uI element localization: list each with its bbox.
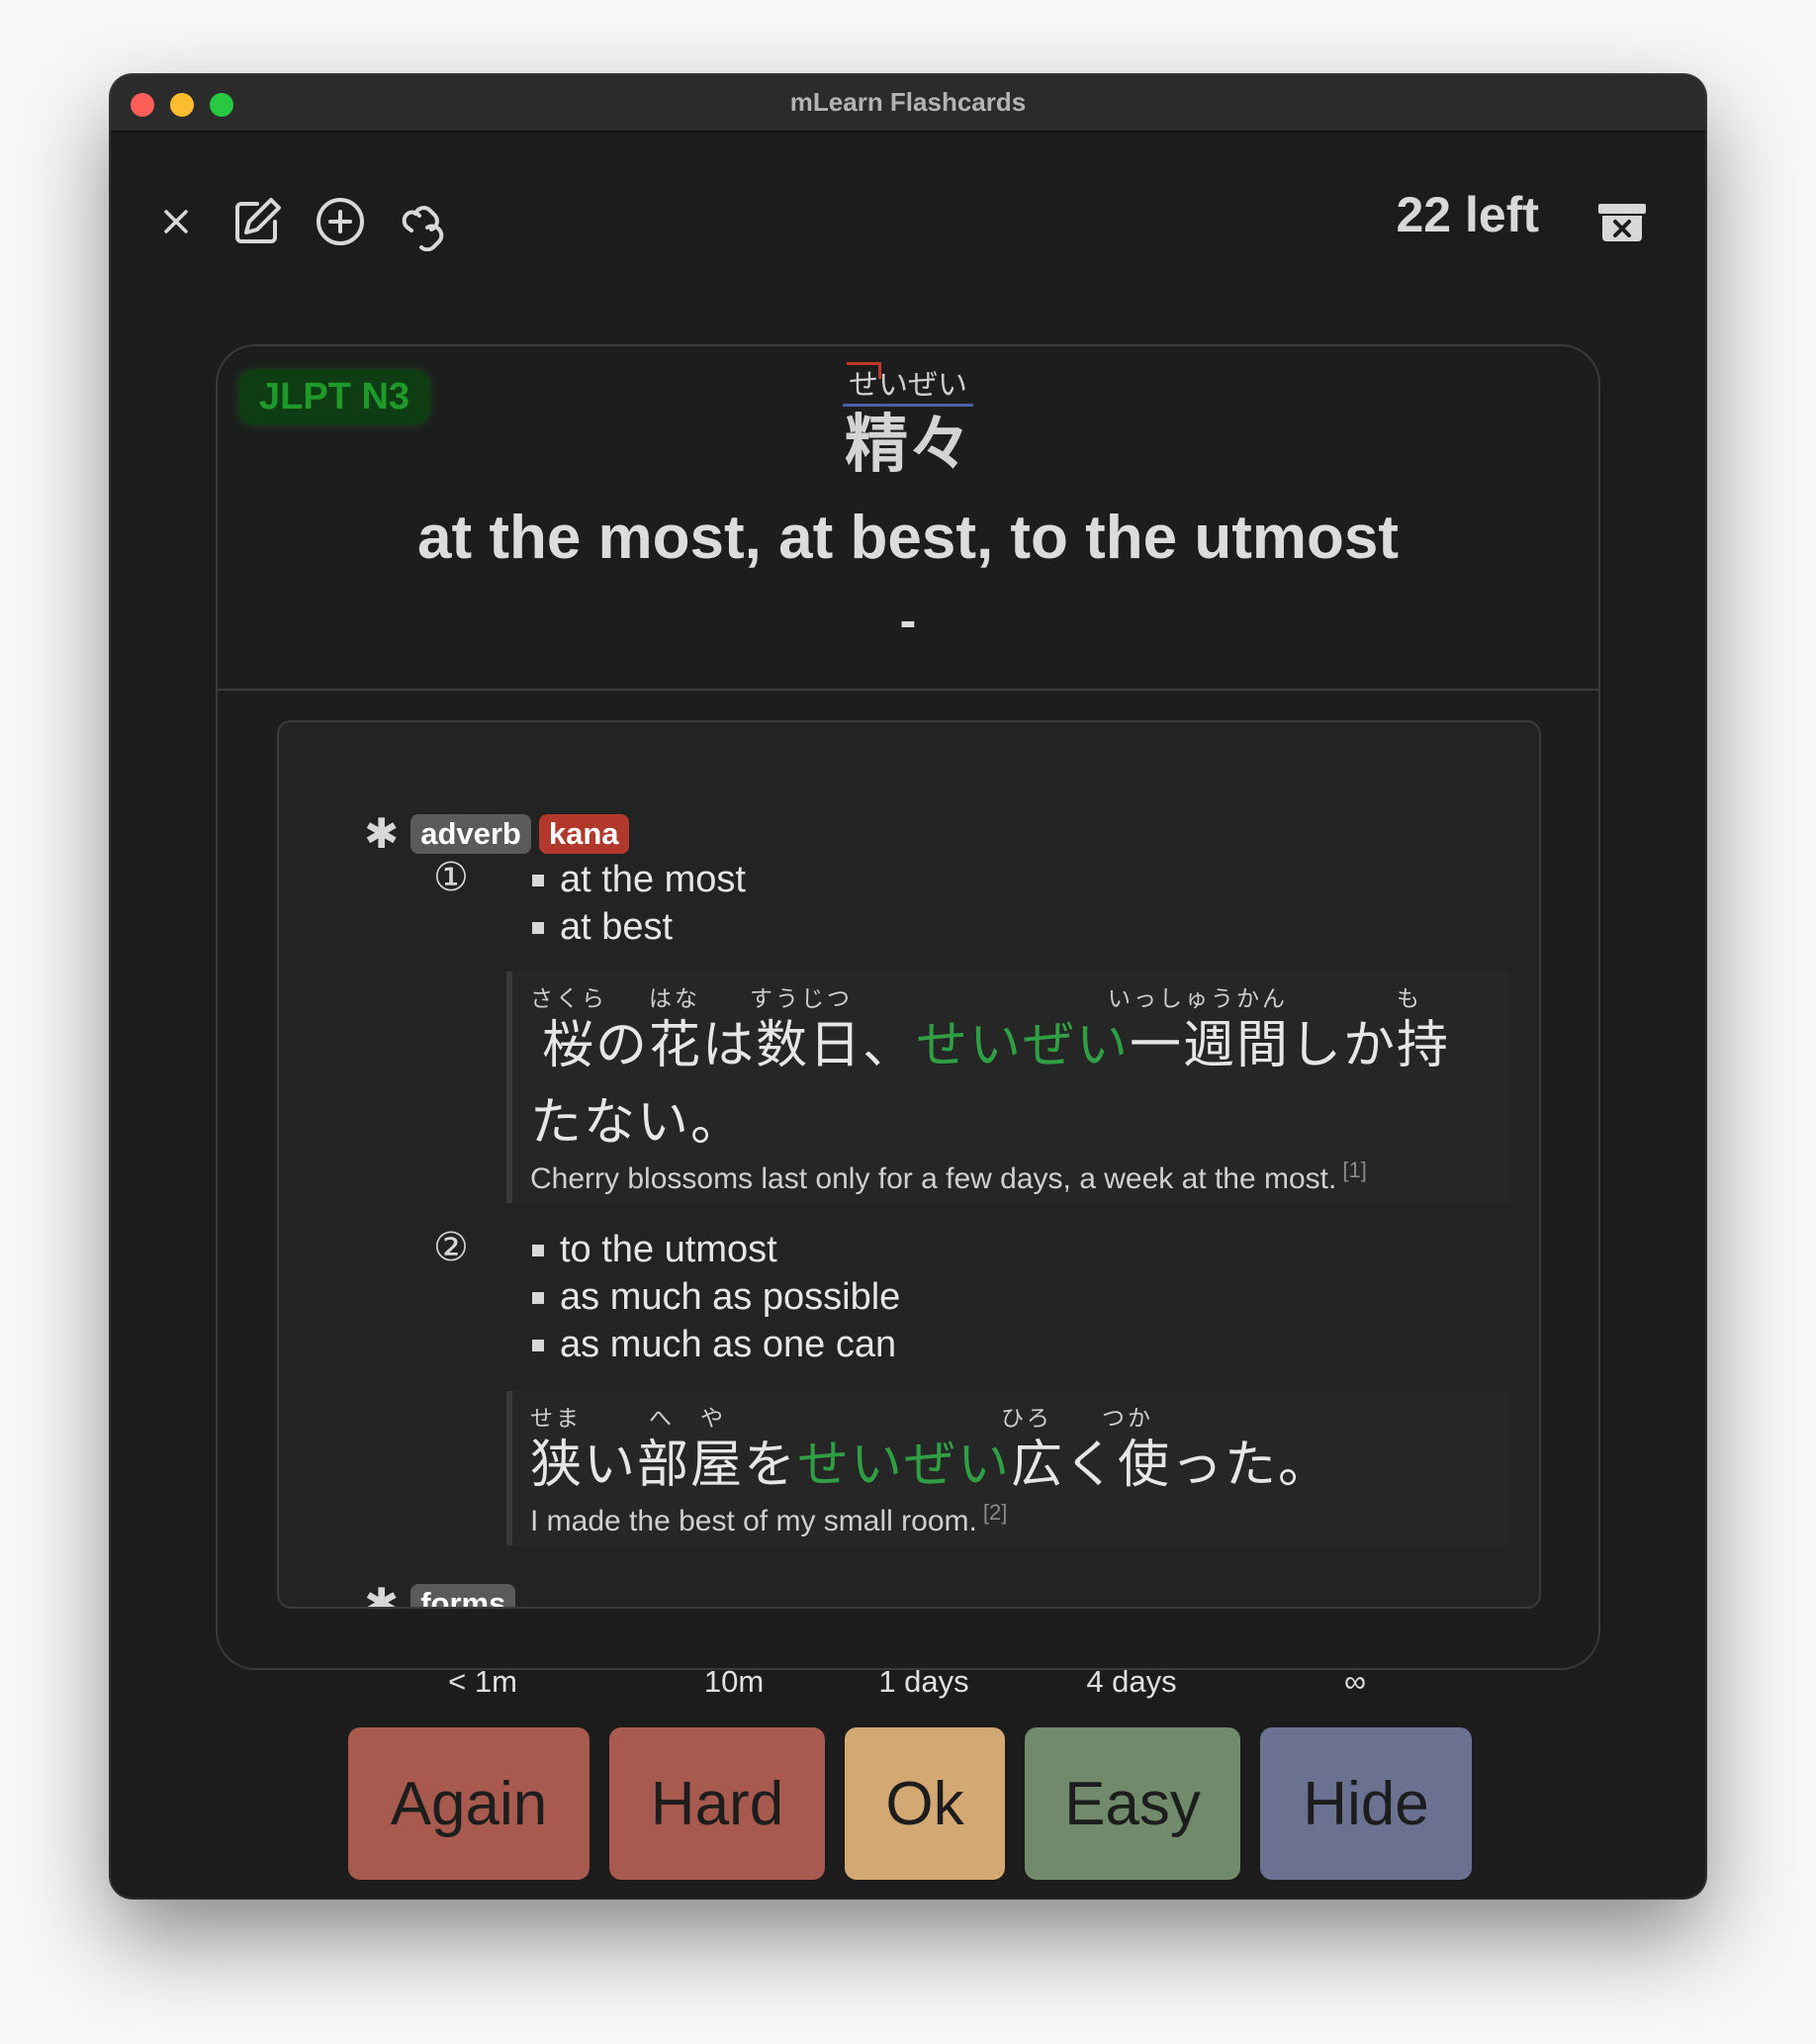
forms-row: ✱ forms — [364, 1579, 516, 1609]
example-sentence: せま へ や ひろ つか 狭い部屋をせいぜい広く使った。 I made the … — [506, 1391, 1509, 1545]
gloss-item: to the utmost — [532, 1229, 777, 1271]
pitch-accent-marker — [847, 362, 881, 379]
title-bar: mLearn Flashcards — [111, 75, 1705, 133]
example-translation: I made the best of my small room. [2] — [530, 1500, 1008, 1537]
gloss-item: at the most — [532, 859, 746, 901]
interval-hard: 10m — [703, 1664, 765, 1699]
gloss-item: as much as possible — [532, 1276, 900, 1319]
app-window: mLearn Flashcards 22 left JLPT N3 せいぜい 精… — [111, 75, 1705, 1898]
close-icon[interactable] — [146, 192, 206, 251]
highlighted-word: せいぜい — [797, 1436, 1012, 1495]
card-divider — [218, 689, 1598, 691]
asterisk-icon: ✱ — [364, 1579, 400, 1609]
asterisk-icon: ✱ — [364, 809, 400, 858]
window-title: mLearn Flashcards — [789, 87, 1027, 117]
interval-hide: ∞ — [1343, 1664, 1367, 1699]
highlighted-word: せいぜい — [916, 1016, 1131, 1075]
again-button[interactable]: Again — [348, 1727, 590, 1880]
flashcard: JLPT N3 せいぜい 精々 at the most, at best, to… — [216, 344, 1600, 1670]
pos-tag-adverb: adverb — [410, 813, 531, 854]
hide-button[interactable]: Hide — [1260, 1727, 1472, 1880]
example-line: 桜の花は数日、せいぜい一週間しか持 — [542, 1016, 1451, 1075]
example-line: たない。 — [530, 1093, 745, 1153]
cards-left-counter: 22 left — [1396, 187, 1539, 242]
reference-link[interactable]: [2] — [983, 1500, 1007, 1525]
interval-ok: 1 days — [878, 1664, 969, 1699]
link-icon[interactable] — [394, 192, 453, 252]
pos-row: ✱ adverb kana — [364, 809, 629, 858]
easy-button[interactable]: Easy — [1025, 1727, 1240, 1880]
archive-icon[interactable] — [1590, 192, 1654, 251]
secondary-meaning: - — [899, 593, 917, 648]
gloss-item: at best — [532, 906, 673, 949]
word-meaning: at the most, at best, to the utmost — [416, 504, 1400, 572]
interval-again: < 1m — [448, 1664, 517, 1699]
interval-easy: 4 days — [1086, 1664, 1177, 1699]
reference-link[interactable]: [1] — [1342, 1158, 1366, 1182]
gloss-item: as much as one can — [532, 1324, 896, 1366]
pos-tag-kana: kana — [538, 813, 629, 854]
example-line: 狭い部屋をせいぜい広く使った。 — [530, 1436, 1332, 1495]
add-circle-icon[interactable] — [311, 192, 370, 251]
sense-number: ② — [433, 1225, 469, 1270]
ok-button[interactable]: Ok — [845, 1727, 1005, 1880]
hard-button[interactable]: Hard — [609, 1727, 825, 1880]
sense-number: ① — [433, 855, 469, 900]
example-translation: Cherry blossoms last only for a few days… — [530, 1158, 1367, 1195]
word-kanji: 精々 — [845, 409, 971, 482]
example-sentence: さくら はな すうじつ いっしゅうかん も 桜の花は数日、せいぜい一週間しか持 … — [506, 972, 1509, 1203]
edit-icon[interactable] — [227, 192, 287, 251]
definition-panel[interactable]: ✱ adverb kana ① at the most at best さくら … — [277, 720, 1541, 1609]
forms-tag: forms — [410, 1583, 516, 1607]
